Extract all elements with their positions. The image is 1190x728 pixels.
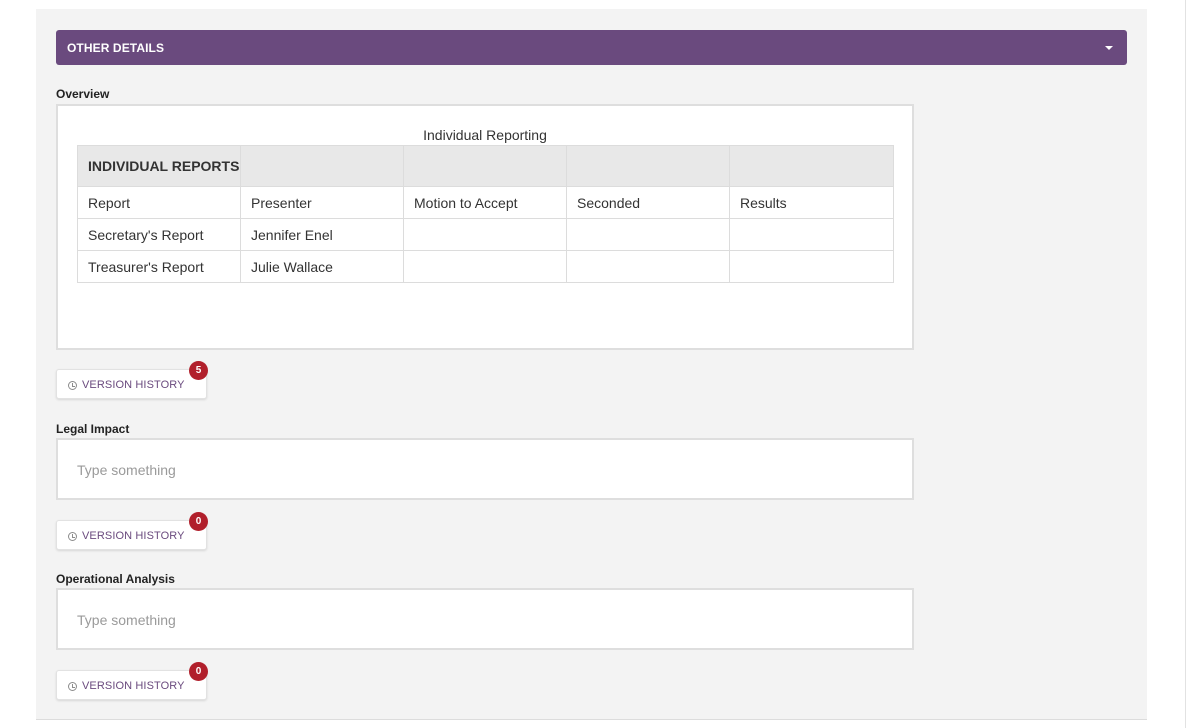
version-count-badge: 5 [189, 361, 208, 380]
clock-icon [68, 531, 77, 541]
caret-down-icon[interactable] [1105, 45, 1113, 50]
clock-icon [68, 681, 77, 691]
table-row: Secretary's Report Jennifer Enel [77, 218, 894, 251]
table-cell: Secretary's Report [77, 218, 241, 251]
legal-impact-placeholder: Type something [77, 462, 176, 478]
table-caption: Individual Reporting [423, 127, 547, 143]
operational-analysis-version-history-button[interactable]: VERSION HISTORY 0 [56, 662, 208, 700]
table-cell [403, 250, 567, 283]
table-cell: Motion to Accept [403, 186, 567, 219]
operational-analysis-label: Operational Analysis [56, 572, 175, 586]
section-title: OTHER DETAILS [67, 40, 165, 55]
other-details-header[interactable]: OTHER DETAILS [56, 30, 1127, 65]
legal-impact-version-history-button[interactable]: VERSION HISTORY 0 [56, 512, 208, 550]
other-details-panel: OTHER DETAILS Overview Individual Report… [36, 9, 1147, 720]
version-history-label: VERSION HISTORY [82, 680, 185, 692]
scroll-divider [1185, 0, 1186, 728]
table-cell [729, 218, 894, 251]
table-cell: Treasurer's Report [77, 250, 241, 283]
table-row: Treasurer's Report Julie Wallace [77, 250, 894, 283]
table-cell [566, 218, 730, 251]
table-header-row: INDIVIDUAL REPORTS [77, 145, 894, 187]
table-cell [566, 250, 730, 283]
table-header-cell: INDIVIDUAL REPORTS [77, 145, 241, 187]
table-cell: Jennifer Enel [240, 218, 404, 251]
overview-editor[interactable]: Individual Reporting INDIVIDUAL REPORTS … [56, 104, 914, 350]
version-history-label: VERSION HISTORY [82, 379, 185, 391]
table-cell: Julie Wallace [240, 250, 404, 283]
individual-reports-table: INDIVIDUAL REPORTS Report Presenter Moti… [77, 145, 894, 283]
table-cell: Results [729, 186, 894, 219]
legal-impact-editor[interactable]: Type something [56, 438, 914, 500]
table-column-row: Report Presenter Motion to Accept Second… [77, 186, 894, 219]
table-cell [403, 218, 567, 251]
table-header-cell [240, 145, 404, 187]
legal-impact-label: Legal Impact [56, 422, 130, 436]
table-cell: Report [77, 186, 241, 219]
overview-version-history-button[interactable]: VERSION HISTORY 5 [56, 361, 208, 399]
table-header-cell [566, 145, 730, 187]
table-header-cell [729, 145, 894, 187]
version-count-badge: 0 [189, 662, 208, 681]
operational-analysis-placeholder: Type something [77, 612, 176, 628]
operational-analysis-editor[interactable]: Type something [56, 588, 914, 650]
table-cell: Presenter [240, 186, 404, 219]
version-history-content: VERSION HISTORY [68, 530, 185, 542]
version-history-content: VERSION HISTORY [68, 680, 185, 692]
table-cell: Seconded [566, 186, 730, 219]
clock-icon [68, 380, 77, 390]
version-history-label: VERSION HISTORY [82, 530, 185, 542]
overview-label: Overview [56, 87, 110, 101]
table-cell [729, 250, 894, 283]
version-count-badge: 0 [189, 512, 208, 531]
version-history-content: VERSION HISTORY [68, 379, 185, 391]
table-header-cell [403, 145, 567, 187]
